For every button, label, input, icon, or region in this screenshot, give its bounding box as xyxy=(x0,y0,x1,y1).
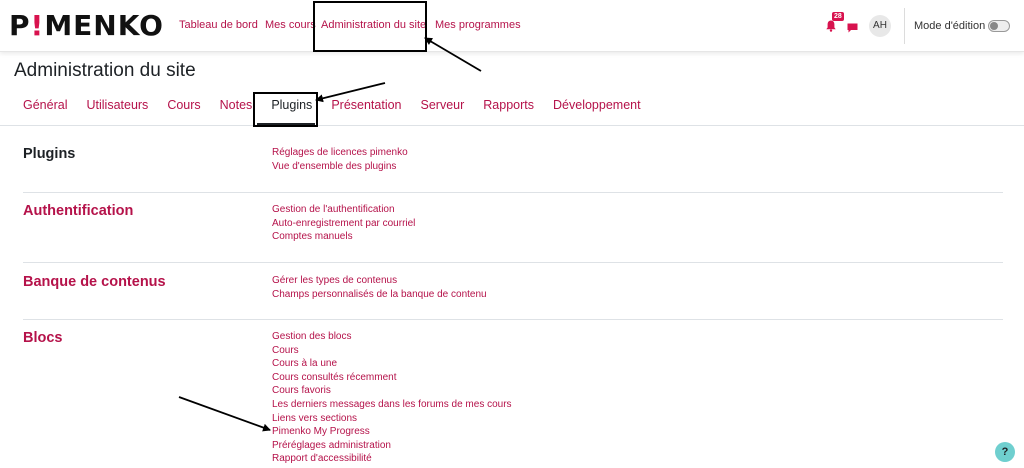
link-auto-enregistrement[interactable]: Auto-enregistrement par courriel xyxy=(272,218,415,229)
section-links: Réglages de licences pimenko Vue d'ensem… xyxy=(272,146,408,173)
nav-mes-cours[interactable]: Mes cours xyxy=(265,19,316,31)
list-item: Gestion de l'authentification xyxy=(272,203,415,217)
question-icon: ? xyxy=(1001,446,1009,458)
tab-general[interactable]: Général xyxy=(23,98,67,112)
section-title[interactable]: Authentification xyxy=(23,203,133,219)
tab-presentation[interactable]: Présentation xyxy=(331,98,401,112)
link-vue-ensemble-plugins[interactable]: Vue d'ensemble des plugins xyxy=(272,161,396,172)
list-item: Préréglages administration xyxy=(272,439,512,453)
list-item: Liens vers sections xyxy=(272,412,512,426)
list-item: Les derniers messages dans les forums de… xyxy=(272,398,512,412)
list-item: Gérer les types de contenus xyxy=(272,274,487,288)
pimenko-logo[interactable]: P!MENKO xyxy=(9,8,164,44)
link-pimenko-my-progress[interactable]: Pimenko My Progress xyxy=(272,426,370,437)
link-cours-favoris[interactable]: Cours favoris xyxy=(272,385,331,396)
link-gestion-des-blocs[interactable]: Gestion des blocs xyxy=(272,331,352,342)
list-item: Gestion des blocs xyxy=(272,330,512,344)
link-cours-a-la-une[interactable]: Cours à la une xyxy=(272,358,337,369)
list-item: Pimenko My Progress xyxy=(272,425,512,439)
list-item: Comptes manuels xyxy=(272,230,415,244)
tabs-divider xyxy=(0,125,1024,126)
list-item: Vue d'ensemble des plugins xyxy=(272,160,408,174)
user-tools: 28 AH Mode d'édition xyxy=(824,8,1014,44)
list-item: Cours à la une xyxy=(272,357,512,371)
list-item: Auto-enregistrement par courriel xyxy=(272,217,415,231)
tab-cours[interactable]: Cours xyxy=(167,98,200,112)
section-links: Gestion de l'authentification Auto-enreg… xyxy=(272,203,415,244)
edit-mode-toggle[interactable] xyxy=(988,20,1010,32)
section-title[interactable]: Blocs xyxy=(23,330,63,346)
tab-notes[interactable]: Notes xyxy=(220,98,253,112)
tab-serveur[interactable]: Serveur xyxy=(421,98,465,112)
primary-navigation: Tableau de bord Mes cours Administration… xyxy=(179,19,523,31)
list-item: Champs personnalisés de la banque de con… xyxy=(272,288,487,302)
link-cours[interactable]: Cours xyxy=(272,345,299,356)
edit-mode-label: Mode d'édition xyxy=(914,20,986,32)
nav-administration-du-site[interactable]: Administration du site xyxy=(321,19,429,31)
section-divider xyxy=(23,262,1003,263)
toolbar-divider xyxy=(904,8,905,44)
link-comptes-manuels[interactable]: Comptes manuels xyxy=(272,231,353,242)
link-preglages-administration[interactable]: Préréglages administration xyxy=(272,440,391,451)
list-item: Cours favoris xyxy=(272,384,512,398)
tab-plugins[interactable]: Plugins xyxy=(271,98,312,112)
link-rapport-accessibilite[interactable]: Rapport d'accessibilité xyxy=(272,453,372,464)
link-champs-personnalises[interactable]: Champs personnalisés de la banque de con… xyxy=(272,289,487,300)
section-links: Gestion des blocs Cours Cours à la une C… xyxy=(272,330,512,466)
section-title[interactable]: Banque de contenus xyxy=(23,274,166,290)
list-item: Réglages de licences pimenko xyxy=(272,146,408,160)
page-title: Administration du site xyxy=(14,60,196,81)
link-liens-vers-sections[interactable]: Liens vers sections xyxy=(272,413,357,424)
notification-count-badge: 28 xyxy=(832,12,844,21)
list-item: Cours consultés récemment xyxy=(272,371,512,385)
toggle-knob xyxy=(990,22,998,30)
nav-tableau-de-bord[interactable]: Tableau de bord xyxy=(179,19,259,31)
tab-rapports[interactable]: Rapports xyxy=(483,98,534,112)
link-derniers-messages-forums[interactable]: Les derniers messages dans les forums de… xyxy=(272,399,512,410)
list-item: Cours xyxy=(272,344,512,358)
link-reglages-licences-pimenko[interactable]: Réglages de licences pimenko xyxy=(272,147,408,158)
tab-utilisateurs[interactable]: Utilisateurs xyxy=(86,98,148,112)
link-gestion-authentification[interactable]: Gestion de l'authentification xyxy=(272,204,395,215)
section-divider xyxy=(23,319,1003,320)
chat-icon[interactable] xyxy=(847,20,858,33)
user-avatar[interactable]: AH xyxy=(869,15,891,37)
link-gerer-types-contenus[interactable]: Gérer les types de contenus xyxy=(272,275,397,286)
top-navbar: P!MENKO Tableau de bord Mes cours Admini… xyxy=(0,0,1024,52)
section-links: Gérer les types de contenus Champs perso… xyxy=(272,274,487,301)
section-title: Plugins xyxy=(23,146,76,162)
nav-mes-programmes[interactable]: Mes programmes xyxy=(435,19,521,31)
list-item: Rapport d'accessibilité xyxy=(272,452,512,466)
annotation-arrow-to-my-progress xyxy=(178,396,271,432)
link-cours-consultes-recemment[interactable]: Cours consultés récemment xyxy=(272,372,397,383)
help-button[interactable]: ? xyxy=(995,442,1015,462)
section-divider xyxy=(23,192,1003,193)
admin-tabs: Général Utilisateurs Cours Notes Plugins… xyxy=(23,98,660,112)
tab-developpement[interactable]: Développement xyxy=(553,98,641,112)
